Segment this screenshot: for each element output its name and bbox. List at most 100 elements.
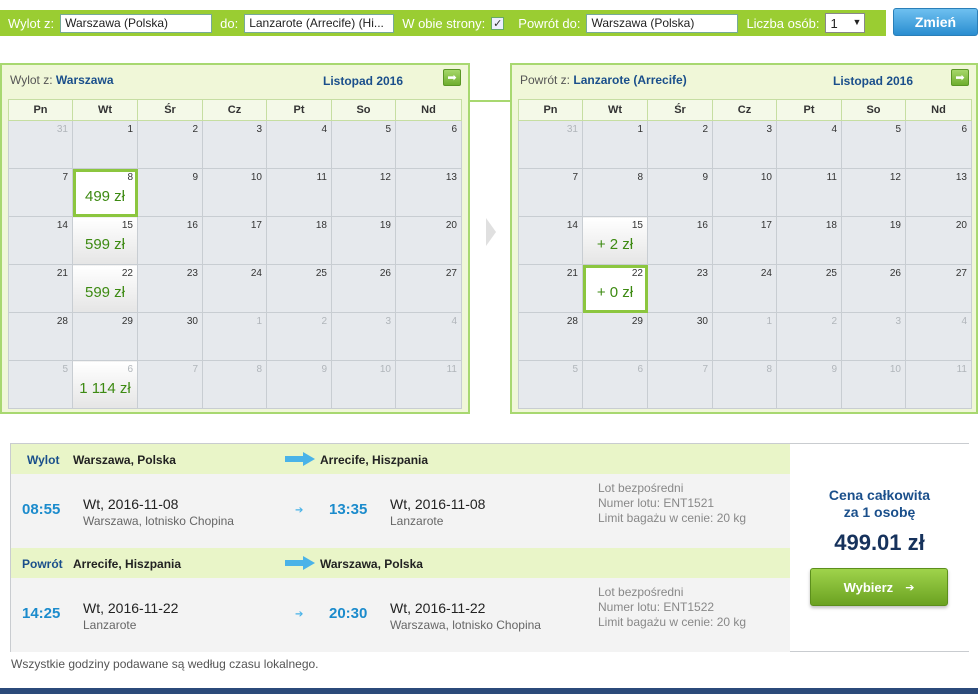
outbound-day-cell[interactable]: 2: [137, 120, 203, 169]
outbound-day-cell[interactable]: 31: [8, 120, 73, 169]
return-day-cell[interactable]: 4: [905, 312, 972, 361]
return-day-cell[interactable]: 20: [905, 216, 972, 265]
return-day-cell[interactable]: 11: [776, 168, 842, 217]
return-day-cell[interactable]: 14: [518, 216, 583, 265]
outbound-day-cell[interactable]: 1: [202, 312, 267, 361]
return-day-cell[interactable]: 3: [841, 312, 906, 361]
return-day-cell[interactable]: 5: [841, 120, 906, 169]
return-input[interactable]: [586, 13, 739, 33]
return-day-cell[interactable]: 9: [647, 168, 713, 217]
return-day-cell[interactable]: 8: [582, 168, 648, 217]
outbound-day-cell[interactable]: 6: [395, 120, 462, 169]
return-day-cell[interactable]: 11: [905, 360, 972, 409]
outbound-day-cell[interactable]: 11: [266, 168, 332, 217]
return-day-cell[interactable]: 27: [905, 264, 972, 313]
outbound-day-cell[interactable]: 2: [266, 312, 332, 361]
outbound-day-cell[interactable]: 23: [137, 264, 203, 313]
outbound-day-cell[interactable]: 15 599 zł: [72, 216, 138, 265]
outbound-day-cell[interactable]: 24: [202, 264, 267, 313]
outbound-day-cell[interactable]: 12: [331, 168, 396, 217]
return-day-cell[interactable]: 10: [841, 360, 906, 409]
outbound-day-cell[interactable]: 8: [202, 360, 267, 409]
outbound-weekday-header: Nd: [395, 99, 462, 121]
outbound-day-cell[interactable]: 25: [266, 264, 332, 313]
change-button[interactable]: Zmień: [893, 8, 978, 36]
return-day-cell[interactable]: 1: [712, 312, 777, 361]
return-day-number: 31: [566, 124, 578, 135]
return-day-cell[interactable]: 10: [712, 168, 777, 217]
outbound-day-cell[interactable]: 9: [266, 360, 332, 409]
return-day-number: 27: [955, 268, 967, 279]
return-day-cell[interactable]: 28: [518, 312, 583, 361]
outbound-day-cell[interactable]: 7: [137, 360, 203, 409]
outbound-day-cell[interactable]: 10: [202, 168, 267, 217]
outbound-day-cell[interactable]: 29: [72, 312, 138, 361]
persons-select[interactable]: 1 ▼: [825, 13, 866, 33]
return-day-cell[interactable]: 2: [776, 312, 842, 361]
return-day-cell[interactable]: 9: [776, 360, 842, 409]
return-day-cell[interactable]: 18: [776, 216, 842, 265]
return-day-cell[interactable]: 1: [582, 120, 648, 169]
return-day-cell[interactable]: 7: [518, 168, 583, 217]
return-day-cell[interactable]: 31: [518, 120, 583, 169]
return-day-cell[interactable]: 2: [647, 120, 713, 169]
return-day-cell[interactable]: 3: [712, 120, 777, 169]
return-day-cell[interactable]: 6: [905, 120, 972, 169]
outbound-day-cell[interactable]: 7: [8, 168, 73, 217]
outbound-day-cell[interactable]: 1: [72, 120, 138, 169]
return-day-cell[interactable]: 8: [712, 360, 777, 409]
outbound-day-cell[interactable]: 9: [137, 168, 203, 217]
return-day-cell[interactable]: 12: [841, 168, 906, 217]
return-day-cell[interactable]: 25: [776, 264, 842, 313]
return-day-cell[interactable]: 4: [776, 120, 842, 169]
return-day-cell[interactable]: 29: [582, 312, 648, 361]
outbound-day-cell[interactable]: 4: [395, 312, 462, 361]
return-day-cell[interactable]: 23: [647, 264, 713, 313]
outbound-day-cell[interactable]: 3: [331, 312, 396, 361]
return-day-cell[interactable]: 7: [647, 360, 713, 409]
return-day-cell[interactable]: 5: [518, 360, 583, 409]
footer-bar: [0, 688, 978, 694]
return-day-cell[interactable]: 30: [647, 312, 713, 361]
outbound-day-cell[interactable]: 19: [331, 216, 396, 265]
outbound-day-cell[interactable]: 17: [202, 216, 267, 265]
outbound-day-cell[interactable]: 5: [331, 120, 396, 169]
outbound-day-cell[interactable]: 20: [395, 216, 462, 265]
return-day-cell[interactable]: 24: [712, 264, 777, 313]
outbound-day-cell[interactable]: 13: [395, 168, 462, 217]
outbound-day-cell[interactable]: 6 1 114 zł: [72, 360, 138, 409]
outbound-day-cell[interactable]: 26: [331, 264, 396, 313]
outbound-day-cell[interactable]: 10: [331, 360, 396, 409]
outbound-day-cell[interactable]: 14: [8, 216, 73, 265]
return-day-cell[interactable]: 21: [518, 264, 583, 313]
outbound-day-cell[interactable]: 16: [137, 216, 203, 265]
return-day-number: 20: [955, 220, 967, 231]
to-input[interactable]: [244, 13, 395, 33]
outbound-day-cell[interactable]: 27: [395, 264, 462, 313]
return-day-number: 1: [637, 124, 643, 135]
return-day-cell[interactable]: 13: [905, 168, 972, 217]
return-day-cell[interactable]: 16: [647, 216, 713, 265]
outbound-day-cell[interactable]: 30: [137, 312, 203, 361]
return-day-cell[interactable]: 19: [841, 216, 906, 265]
return-day-cell[interactable]: 22 + 0 zł: [582, 264, 648, 313]
return-day-cell[interactable]: 6: [582, 360, 648, 409]
outbound-day-cell[interactable]: 3: [202, 120, 267, 169]
outbound-day-cell[interactable]: 4: [266, 120, 332, 169]
outbound-day-cell[interactable]: 5: [8, 360, 73, 409]
outbound-day-cell[interactable]: 18: [266, 216, 332, 265]
both-ways-checkbox[interactable]: ✓: [491, 16, 505, 30]
return-day-cell[interactable]: 17: [712, 216, 777, 265]
outbound-day-cell[interactable]: 22 599 zł: [72, 264, 138, 313]
from-input[interactable]: [60, 13, 213, 33]
outbound-day-cell[interactable]: 21: [8, 264, 73, 313]
outbound-next-month-button[interactable]: ➡: [443, 69, 461, 86]
outbound-day-cell[interactable]: 28: [8, 312, 73, 361]
return-day-cell[interactable]: 26: [841, 264, 906, 313]
outbound-day-cell[interactable]: 11: [395, 360, 462, 409]
outbound-week-row: 14 15 599 zł 16 17 18 19 20: [8, 216, 462, 265]
return-day-cell[interactable]: 15 + 2 zł: [582, 216, 648, 265]
outbound-day-cell[interactable]: 8 499 zł: [72, 168, 138, 217]
choose-button[interactable]: Wybierz ➔: [810, 568, 948, 606]
return-next-month-button[interactable]: ➡: [951, 69, 969, 86]
